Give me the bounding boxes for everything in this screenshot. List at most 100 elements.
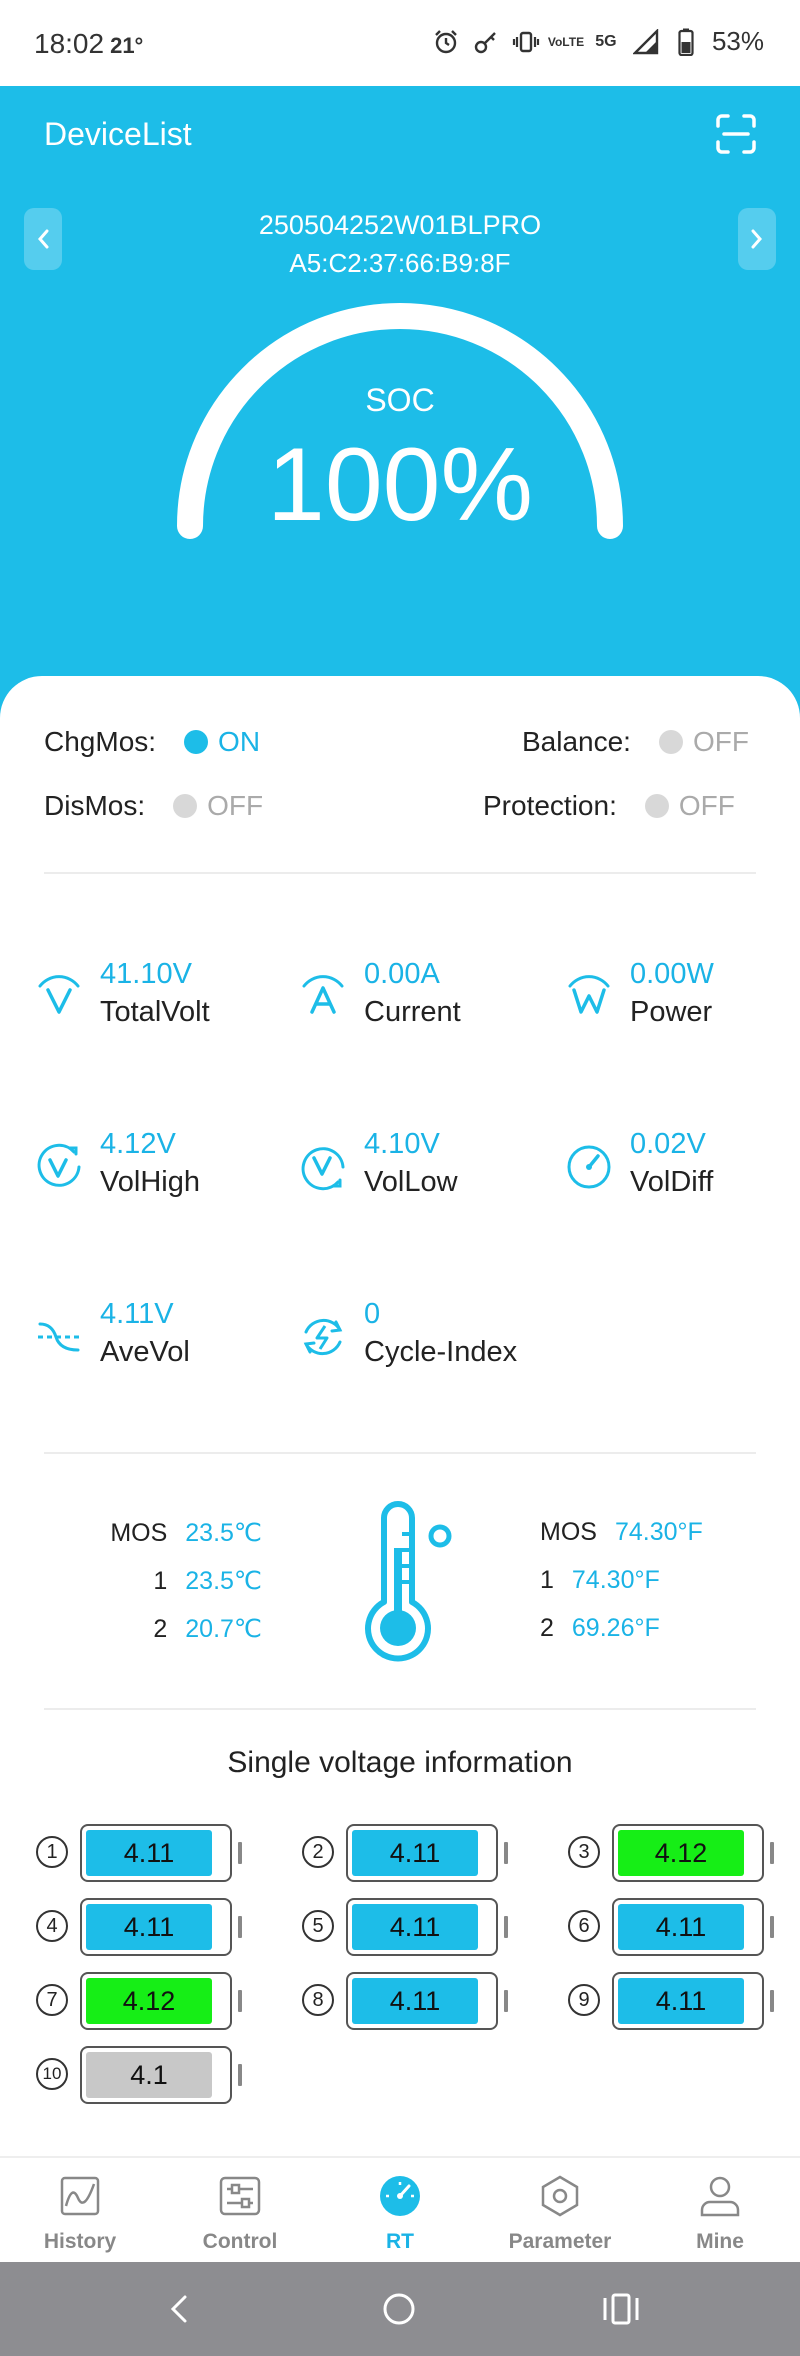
- temp-f-2: 2 69.26°F: [540, 1614, 660, 1643]
- status-icons: Vo LTE 5G 53%: [432, 26, 764, 57]
- cell-index: 3: [568, 1836, 600, 1868]
- person-icon: [700, 2176, 740, 2217]
- cell-item: 1 4.11: [36, 1824, 246, 1882]
- cell-fill: 4.12: [86, 1978, 212, 2024]
- cell-index: 4: [36, 1910, 68, 1942]
- cell-battery: 4.12: [80, 1972, 232, 2030]
- cell-tip: [770, 1842, 774, 1864]
- vol-low-icon: [301, 1147, 345, 1191]
- tab-control[interactable]: Control: [170, 2158, 310, 2264]
- network-type-label: 5G: [595, 32, 617, 50]
- temp-c-1: 1 23.5℃: [153, 1566, 262, 1596]
- chgmos-label: ChgMos:: [44, 726, 157, 757]
- cell-item: 4 4.11: [36, 1898, 246, 1956]
- cell-item: 10 4.1: [36, 2046, 246, 2104]
- protection-label: Protection:: [483, 790, 617, 821]
- tab-history-label: History: [43, 2230, 117, 2253]
- vol-low-label: VolLow: [364, 1166, 458, 1198]
- chgmos-state: ON: [218, 726, 261, 757]
- device-name: 250504252W01BLPRO: [258, 210, 542, 240]
- volte-bottom: LTE: [562, 34, 585, 49]
- soc-value: 100%: [267, 427, 533, 543]
- metric-current: 0.00A Current: [298, 958, 538, 1038]
- vol-low-value: 4.10V: [364, 1128, 440, 1160]
- bottom-nav: History Control RT Parameter Mine: [0, 2156, 800, 2262]
- home-button[interactable]: [374, 2284, 424, 2334]
- cell-item: 6 4.11: [568, 1898, 778, 1956]
- power-value: 0.00W: [630, 958, 714, 990]
- cell-fill: 4.12: [618, 1830, 744, 1876]
- cell-fill: 4.1: [86, 2052, 212, 2098]
- key-icon: [472, 28, 500, 56]
- temp-f-1-value: 74.30°F: [571, 1566, 660, 1594]
- cell-index: 8: [302, 1984, 334, 2016]
- scan-icon: [716, 114, 756, 154]
- tab-history[interactable]: History: [10, 2158, 150, 2264]
- signal-icon: [632, 28, 660, 56]
- soc-label: SOC: [365, 382, 435, 418]
- cycle-index-value: 0: [364, 1298, 381, 1330]
- cell-item: 8 4.11: [302, 1972, 512, 2030]
- cell-tip: [504, 1916, 508, 1938]
- divider: [44, 1708, 756, 1710]
- tab-parameter[interactable]: Parameter: [490, 2158, 630, 2264]
- temp-f-1-label: 1: [540, 1566, 554, 1594]
- gauge-icon: [380, 2176, 420, 2216]
- cell-battery: 4.11: [80, 1824, 232, 1882]
- metric-ave-vol: 4.11V AveVol: [34, 1298, 274, 1378]
- sliders-icon: [219, 2176, 261, 2216]
- cell-fill: 4.11: [352, 1978, 478, 2024]
- metric-vol-low: 4.10V VolLow: [298, 1128, 538, 1208]
- back-button[interactable]: [154, 2284, 204, 2334]
- cell-tip: [238, 1990, 242, 2012]
- dismos-dot: [173, 794, 198, 818]
- cell-tip: [770, 1916, 774, 1938]
- recents-button[interactable]: [596, 2284, 646, 2334]
- temp-c-mos: MOS 23.5℃: [110, 1518, 262, 1548]
- metric-cycle-index: 0 Cycle-Index: [298, 1298, 538, 1378]
- protection-status: Protection: OFF: [483, 790, 735, 822]
- chgmos-dot: [184, 730, 209, 754]
- cell-tip: [770, 1990, 774, 2012]
- system-nav-bar: [0, 2262, 800, 2356]
- back-icon: [170, 2295, 187, 2323]
- vol-high-label: VolHigh: [100, 1166, 200, 1198]
- cell-index: 5: [302, 1910, 334, 1942]
- current-label: Current: [364, 996, 461, 1028]
- ave-vol-label: AveVol: [100, 1336, 190, 1368]
- tab-mine[interactable]: Mine: [650, 2158, 790, 2264]
- dismos-status: DisMos: OFF: [44, 790, 263, 822]
- temp-f-2-value: 69.26°F: [571, 1614, 660, 1642]
- vol-high-value: 4.12V: [100, 1128, 176, 1160]
- cell-tip: [238, 1842, 242, 1864]
- balance-status: Balance: OFF: [522, 726, 749, 758]
- volte-icon: Vo LTE: [548, 28, 584, 56]
- vibrate-icon: [512, 28, 540, 56]
- metric-vol-high: 4.12V VolHigh: [34, 1128, 274, 1208]
- cell-tip: [238, 2064, 242, 2086]
- single-voltage-title: Single voltage information: [227, 1746, 573, 1779]
- scan-button[interactable]: [714, 112, 758, 156]
- cell-item: 3 4.12: [568, 1824, 778, 1882]
- vol-diff-value: 0.02V: [630, 1128, 706, 1160]
- alarm-icon: [432, 28, 460, 56]
- temp-c-2: 2 20.7℃: [153, 1614, 262, 1644]
- protection-dot: [644, 794, 669, 818]
- cell-battery: 4.11: [612, 1972, 764, 2030]
- cell-fill: 4.11: [86, 1830, 212, 1876]
- metric-vol-diff: 0.02V VolDiff: [564, 1128, 800, 1208]
- battery-percent: 53%: [711, 26, 764, 56]
- cell-item: 5 4.11: [302, 1898, 512, 1956]
- status-bar: 18:02 21° Vo LTE 5G 53%: [0, 0, 800, 86]
- cell-battery: 4.11: [346, 1824, 498, 1882]
- tab-rt[interactable]: RT: [330, 2158, 470, 2264]
- temp-f-mos-value: 74.30°F: [614, 1518, 703, 1546]
- cell-tip: [504, 1990, 508, 2012]
- cycle-index-label: Cycle-Index: [364, 1336, 518, 1368]
- tab-rt-label: RT: [386, 2230, 414, 2253]
- dismos-label: DisMos:: [44, 790, 146, 821]
- tab-control-label: Control: [202, 2230, 278, 2253]
- page-title[interactable]: DeviceList: [44, 116, 192, 153]
- power-label: Power: [630, 996, 713, 1028]
- tab-mine-label: Mine: [696, 2230, 744, 2253]
